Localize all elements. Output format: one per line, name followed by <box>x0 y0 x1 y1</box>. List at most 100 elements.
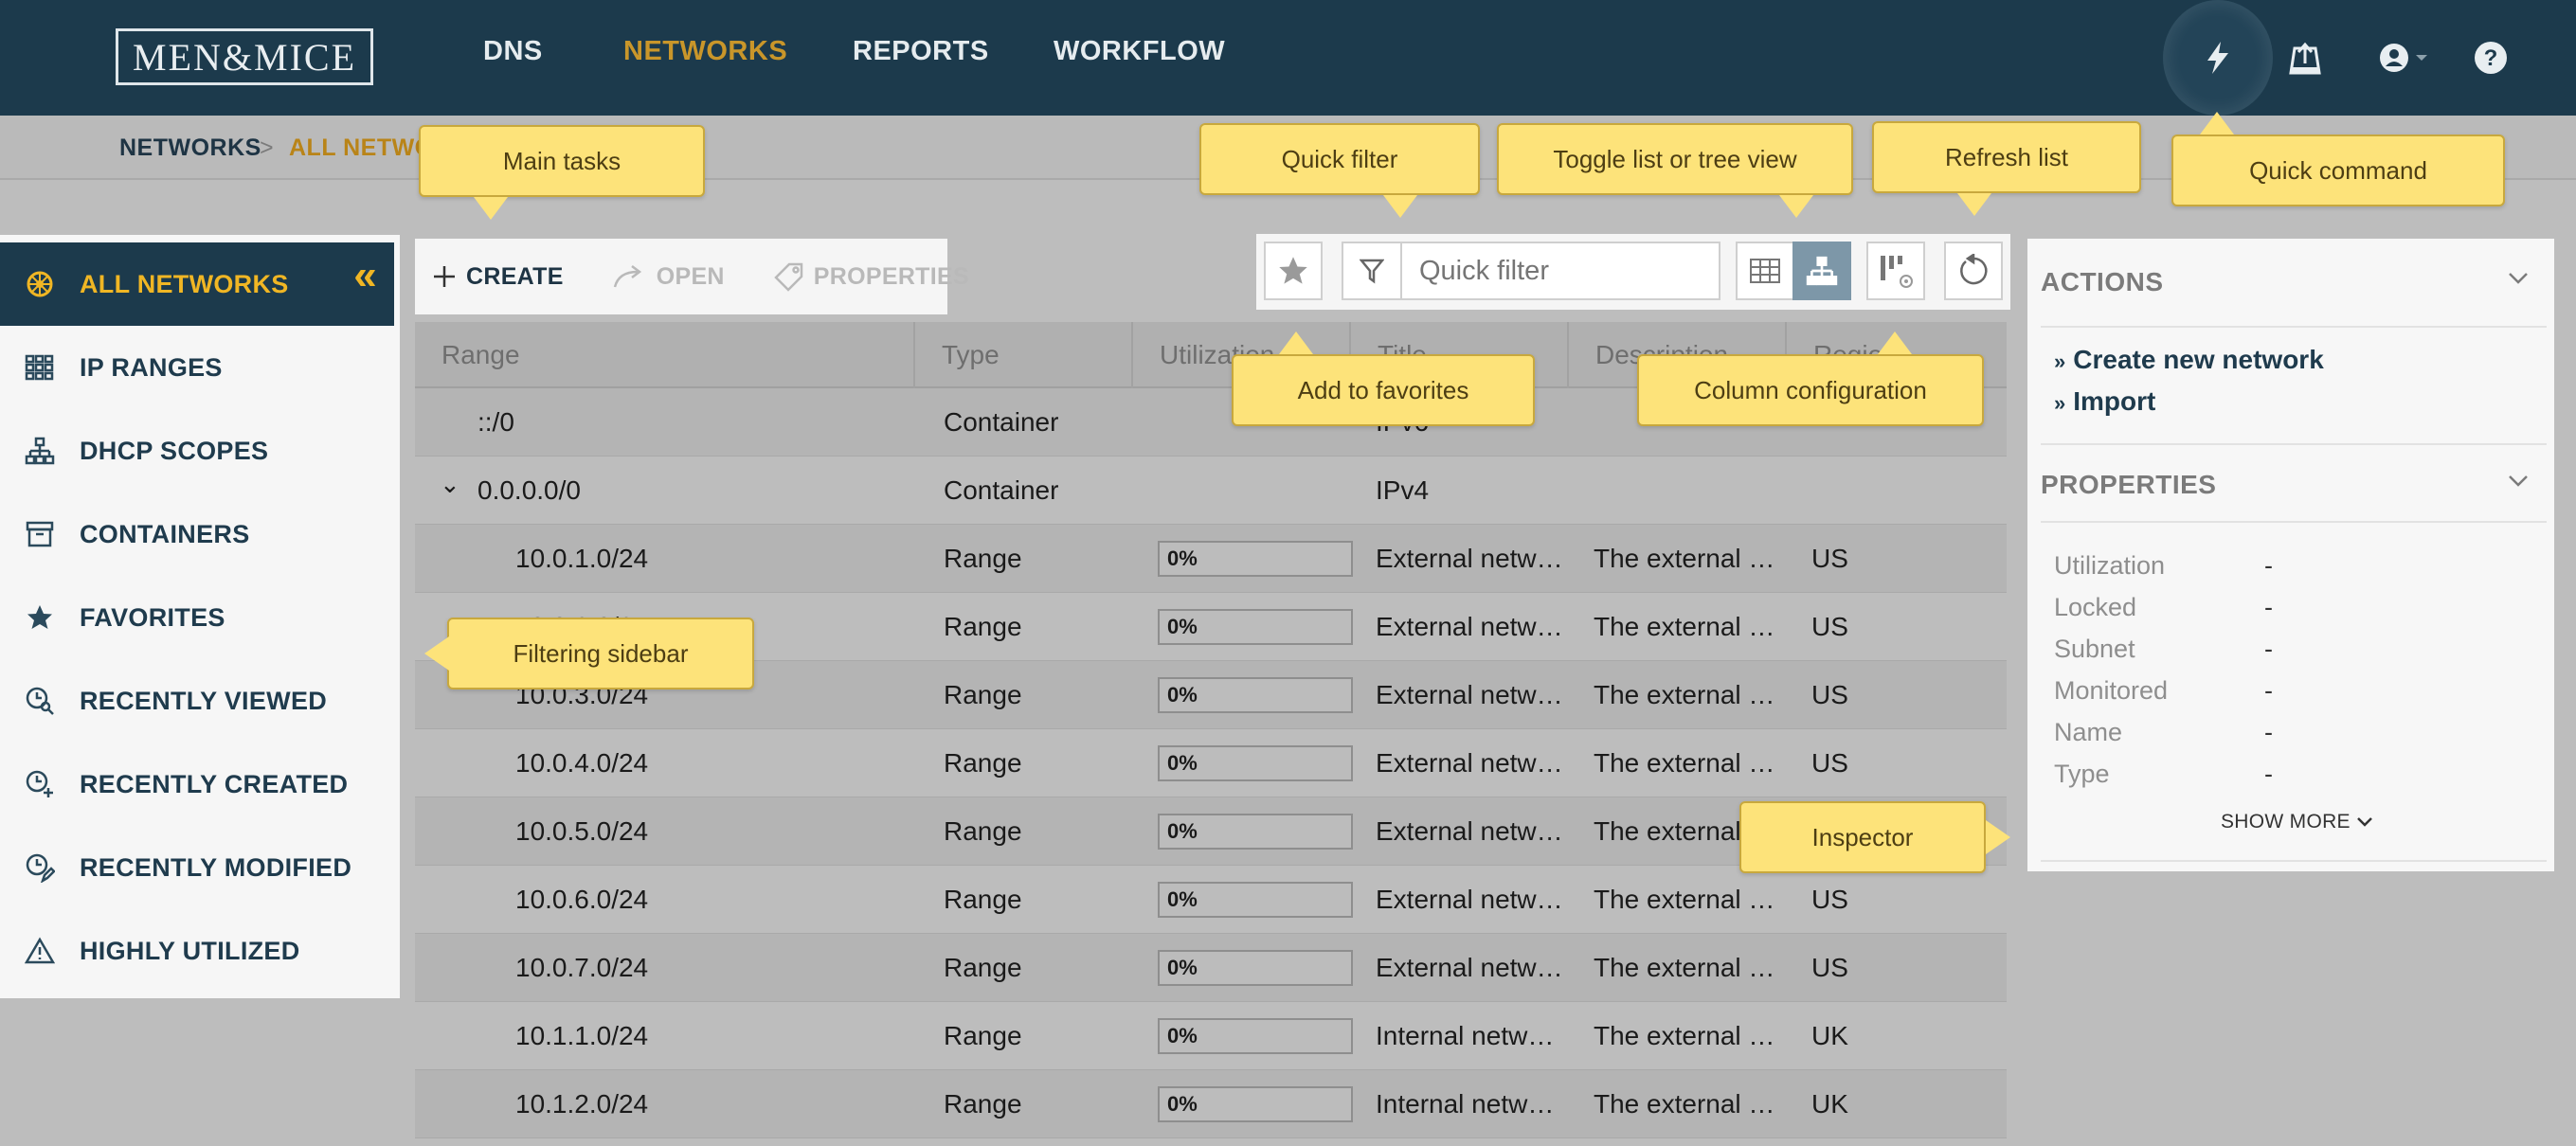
cell-description: The external … <box>1594 747 1775 778</box>
table-row[interactable]: 10.0.6.0/24 Range 0% External netw… The exte… <box>415 866 2007 934</box>
cell-type: Range <box>944 1020 1022 1050</box>
ip-ranges-icon <box>0 354 80 381</box>
utilization-bar: 0% <box>1158 676 1353 713</box>
show-more-button[interactable]: SHOW MORE <box>2221 811 2373 833</box>
callout-pointer <box>424 636 449 671</box>
cell-range: 10.1.1.0/24 <box>415 1021 915 1051</box>
cell-title: Internal netw… <box>1376 1020 1555 1050</box>
callout-toggle-view: Toggle list or tree view <box>1497 123 1853 195</box>
sidebar-item-label: DHCP SCOPES <box>80 436 269 465</box>
cell-type: Range <box>944 543 1022 573</box>
sidebar-item-containers[interactable]: CONTAINERS <box>0 492 400 576</box>
cell-title: External netw… <box>1376 679 1563 709</box>
nav-workflow[interactable]: WORKFLOW <box>1054 36 1225 67</box>
chevron-down-icon[interactable] <box>2507 263 2530 293</box>
logo[interactable]: MEN&MICE <box>116 28 373 85</box>
user-menu-icon[interactable] <box>2369 28 2444 87</box>
cell-utilization: 0% <box>1133 813 1353 850</box>
star-icon <box>1279 257 1307 284</box>
utilization-bar: 0% <box>1158 1017 1353 1054</box>
nav-networks[interactable]: NETWORKS <box>623 36 787 67</box>
callout-pointer <box>1383 195 1417 218</box>
callout-pointer <box>1779 195 1813 218</box>
open-label: OPEN <box>656 262 725 290</box>
tag-icon <box>774 262 803 292</box>
recently-modified-icon <box>0 852 80 883</box>
open-button[interactable]: OPEN <box>613 263 725 291</box>
callout-add-favorites: Add to favorites <box>1232 354 1535 426</box>
tree-icon <box>1806 256 1838 286</box>
prop-value-name: - <box>2264 718 2273 746</box>
prop-value-monitored: - <box>2264 676 2273 705</box>
sidebar-item-dhcp-scopes[interactable]: DHCP SCOPES <box>0 409 400 492</box>
sidebar-item-highly-utilized[interactable]: HIGHLY UTILIZED <box>0 909 400 993</box>
column-header-type[interactable]: Type <box>915 322 1133 388</box>
sidebar-item-ip-ranges[interactable]: IP RANGES <box>0 326 400 409</box>
sidebar-item-recently-modified[interactable]: RECENTLY MODIFIED <box>0 826 400 909</box>
import-link[interactable]: » Import <box>2054 386 2155 417</box>
chevron-down-icon[interactable] <box>2507 466 2530 495</box>
list-view-button[interactable] <box>1736 242 1794 300</box>
table-row[interactable]: 10.0.4.0/24 Range 0% External netw… The exte… <box>415 729 2007 797</box>
create-button[interactable]: CREATE <box>432 263 564 291</box>
table-row[interactable]: ⌄ 0.0.0.0/0 Container IPv4 <box>415 457 2007 525</box>
sidebar-item-recently-created[interactable]: RECENTLY CREATED <box>0 743 400 826</box>
prop-label-subnet: Subnet <box>2054 635 2135 663</box>
sidebar-item-recently-viewed[interactable]: RECENTLY VIEWED <box>0 659 400 743</box>
main-tasks-toolbar: CREATE OPEN PROPERTIES <box>415 239 969 314</box>
create-label: CREATE <box>466 262 564 290</box>
table-row[interactable]: 10.0.1.0/24 Range 0% External netw… The exte… <box>415 525 2007 593</box>
callout-inspector: Inspector <box>1739 801 1986 873</box>
sidebar-item-favorites[interactable]: FAVORITES <box>0 576 400 659</box>
callout-pointer <box>474 197 508 220</box>
table-row[interactable]: 10.1.2.0/24 Range 0% Internal netw… The exte… <box>415 1070 2007 1138</box>
sidebar-item-label: RECENTLY MODIFIED <box>80 852 352 882</box>
cell-title: IPv4 <box>1376 475 1430 505</box>
sidebar-item-label: FAVORITES <box>80 602 225 632</box>
filter-icon[interactable] <box>1343 243 1402 298</box>
utilization-value: 0% <box>1167 546 1198 570</box>
table-row[interactable]: 10.1.1.0/24 Range 0% Internal netw… The exte… <box>415 1002 2007 1070</box>
divider <box>2041 860 2547 862</box>
tree-view-button[interactable] <box>1792 242 1851 300</box>
cell-range: 10.0.6.0/24 <box>415 885 915 915</box>
actions-section-title[interactable]: ACTIONS <box>2041 267 2164 297</box>
breadcrumb-root[interactable]: NETWORKS <box>119 134 261 162</box>
collapse-sidebar-button[interactable]: « <box>353 252 377 299</box>
utilization-bar: 0% <box>1158 744 1353 781</box>
help-icon[interactable]: ? <box>2461 28 2520 87</box>
sidebar-item-all-networks[interactable]: ALL NETWORKS « <box>0 242 394 326</box>
network-icon <box>0 269 80 299</box>
cell-range: 10.1.2.0/24 <box>415 1089 915 1119</box>
star-icon <box>0 603 80 632</box>
properties-button[interactable]: PROPERTIES <box>774 261 969 292</box>
action-label: Import <box>2073 386 2156 416</box>
cell-type: Range <box>944 747 1022 778</box>
table-row[interactable]: 10.0.7.0/24 Range 0% External netw… The exte… <box>415 934 2007 1002</box>
cell-region: US <box>1811 747 1848 778</box>
add-to-favorites-button[interactable] <box>1264 242 1323 300</box>
filtering-sidebar: ALL NETWORKS « IP RANGES DHCP SCOPES CON… <box>0 235 400 998</box>
utilization-value: 0% <box>1167 955 1198 979</box>
notifications-icon[interactable] <box>2276 28 2334 87</box>
quick-filter-input[interactable] <box>1402 255 1705 287</box>
cell-description: The external … <box>1594 884 1775 914</box>
nav-reports[interactable]: REPORTS <box>853 36 989 67</box>
quick-command-icon[interactable] <box>2189 28 2247 87</box>
range-value: ::/0 <box>477 406 514 437</box>
cell-region: US <box>1811 543 1848 573</box>
range-value: 10.0.4.0/24 <box>515 747 649 778</box>
column-configuration-button[interactable] <box>1866 242 1925 300</box>
column-header-range[interactable]: Range <box>415 322 915 388</box>
expand-chevron-icon[interactable]: ⌄ <box>440 475 460 499</box>
utilization-bar: 0% <box>1158 540 1353 577</box>
nav-dns[interactable]: DNS <box>483 36 543 67</box>
cell-range: 10.0.7.0/24 <box>415 953 915 983</box>
refresh-list-button[interactable] <box>1944 242 2003 300</box>
callout-pointer <box>1279 331 1313 354</box>
create-new-network-link[interactable]: » Create new network <box>2054 345 2324 375</box>
list-tools <box>1256 234 2010 310</box>
recently-created-icon <box>0 769 80 799</box>
utilization-value: 0% <box>1167 1091 1198 1116</box>
properties-section-title[interactable]: PROPERTIES <box>2041 470 2216 500</box>
